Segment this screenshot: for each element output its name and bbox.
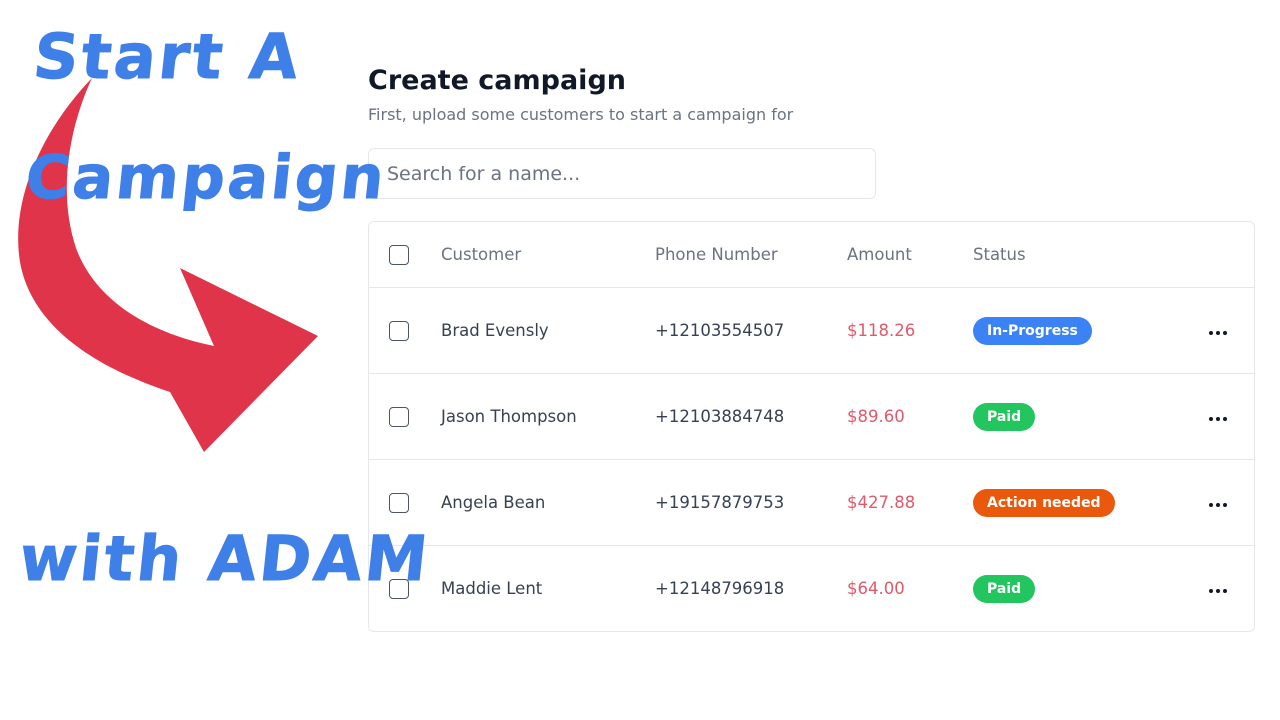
customers-table: Customer Phone Number Amount Status Brad…	[368, 221, 1255, 632]
customer-name: Jason Thompson	[441, 407, 577, 426]
create-campaign-panel: Create campaign First, upload some custo…	[368, 62, 1256, 632]
more-options-icon[interactable]	[1203, 411, 1233, 427]
search-input[interactable]	[385, 161, 859, 186]
phone-number: +19157879753	[655, 493, 785, 512]
status-badge: In-Progress	[973, 316, 1092, 345]
column-header-status[interactable]: Status	[973, 245, 1183, 264]
phone-number: +12148796918	[655, 579, 785, 598]
table-row[interactable]: Jason Thompson +12103884748 $89.60 Paid	[369, 373, 1254, 459]
status-badge: Paid	[973, 402, 1036, 431]
search-box	[368, 148, 876, 199]
more-options-icon[interactable]	[1203, 497, 1233, 513]
page-title: Create campaign	[368, 65, 626, 96]
customer-name: Maddie Lent	[441, 579, 543, 598]
more-options-icon[interactable]	[1203, 325, 1233, 341]
row-checkbox[interactable]	[389, 492, 409, 513]
promo-text-campaign: Campaign	[22, 143, 391, 214]
row-checkbox[interactable]	[389, 406, 409, 427]
column-header-amount[interactable]: Amount	[847, 245, 973, 264]
promo-text-start-a: Start A	[30, 20, 306, 94]
phone-number: +12103884748	[655, 407, 785, 426]
more-options-icon[interactable]	[1203, 583, 1233, 599]
table-header-row: Customer Phone Number Amount Status	[369, 222, 1254, 287]
table-row[interactable]: Angela Bean +19157879753 $427.88 Action …	[369, 459, 1254, 545]
column-header-customer[interactable]: Customer	[441, 245, 655, 264]
amount: $64.00	[847, 579, 905, 598]
customer-name: Brad Evensly	[441, 321, 549, 340]
phone-number: +12103554507	[655, 321, 785, 340]
amount: $118.26	[847, 321, 916, 340]
select-all-checkbox[interactable]	[389, 244, 409, 265]
amount: $427.88	[847, 493, 916, 512]
table-row[interactable]: Maddie Lent +12148796918 $64.00 Paid	[369, 545, 1254, 631]
page-subtitle: First, upload some customers to start a …	[368, 105, 794, 124]
row-checkbox[interactable]	[389, 320, 409, 341]
arrow-shape	[18, 78, 319, 452]
customer-name: Angela Bean	[441, 493, 546, 512]
table-row[interactable]: Brad Evensly +12103554507 $118.26 In-Pro…	[369, 287, 1254, 373]
status-badge: Paid	[973, 574, 1036, 603]
status-badge: Action needed	[973, 488, 1115, 517]
promo-text-with-adam: with ADAM	[16, 522, 435, 596]
amount: $89.60	[847, 407, 905, 426]
column-header-phone[interactable]: Phone Number	[655, 245, 847, 264]
